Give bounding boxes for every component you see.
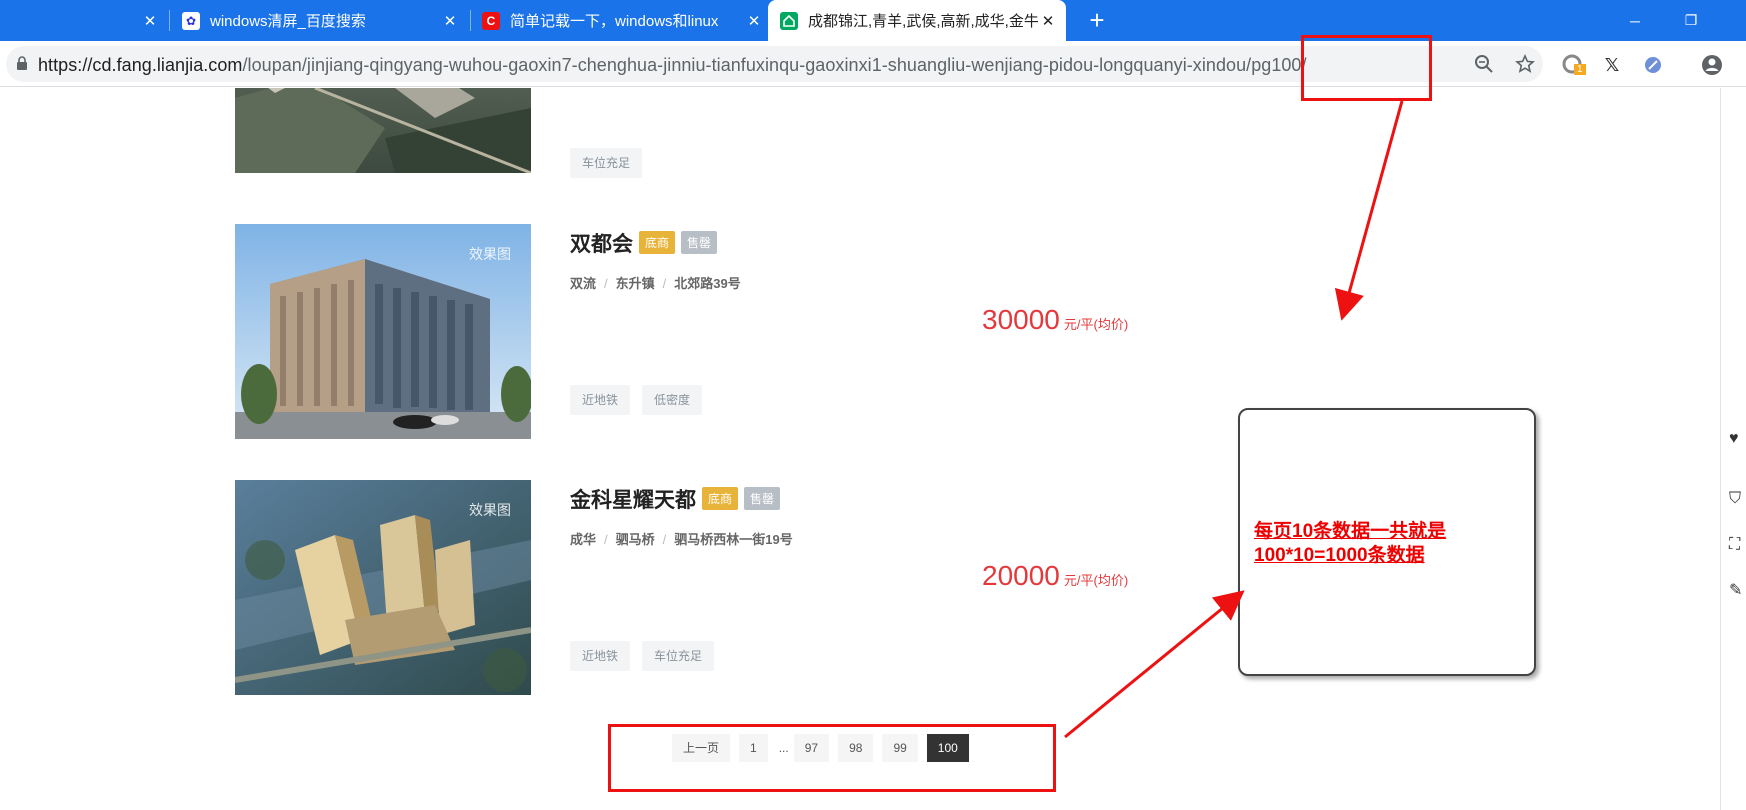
edit-icon[interactable]: ✎ [1729, 580, 1746, 599]
heart-icon[interactable]: ♥ [1729, 430, 1746, 448]
annotation-arrows [1064, 100, 1404, 739]
right-side-panel: ♥ ⛉ ⛶ ✎ [1720, 88, 1746, 810]
shield-icon[interactable]: ⛉ [1729, 490, 1746, 508]
arrow-url-to-note [1334, 100, 1404, 321]
scan-icon[interactable]: ⛶ [1729, 536, 1746, 554]
arrow-pager-to-note [1064, 590, 1245, 739]
